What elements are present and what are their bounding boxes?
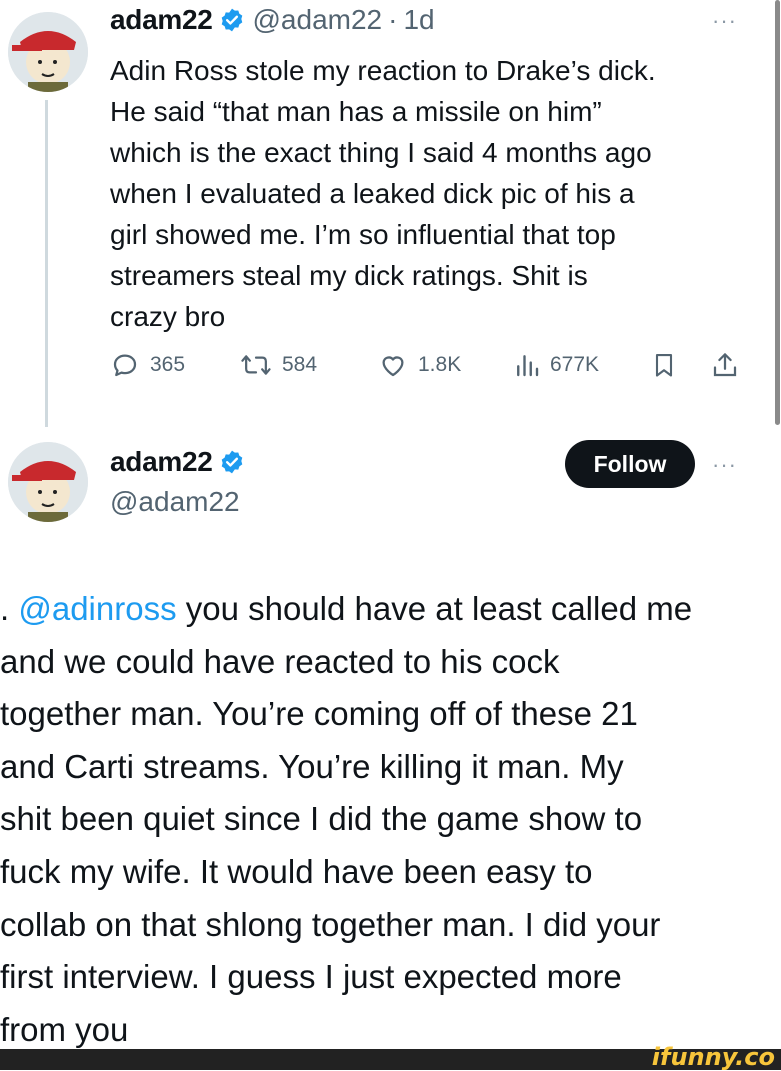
verified-icon [221,8,242,32]
share-icon [713,353,737,377]
reply-icon [113,354,137,377]
reply-button[interactable]: 365 [110,350,185,380]
verified-icon [221,450,242,474]
thread-line [45,100,48,427]
more-options-icon[interactable]: ··· [712,8,737,34]
separator: · [388,4,398,35]
repost-button[interactable]: 584 [240,350,317,380]
views-icon [517,355,539,377]
text-prefix: . [0,590,19,627]
repost-count: 584 [282,353,318,376]
handle[interactable]: @adam22 [110,486,240,518]
bookmark-button[interactable] [650,350,688,380]
avatar[interactable] [8,442,88,522]
tweet-header: adam22 @adam22 · 1d [110,4,435,36]
like-button[interactable]: 1.8K [378,350,461,380]
views-button[interactable]: 677K [514,350,599,380]
watermark: ifunny.co [651,1043,775,1071]
share-button[interactable] [710,350,750,380]
handle[interactable]: @adam22 [253,4,383,36]
like-icon [382,356,404,377]
follow-button[interactable]: Follow [565,440,695,488]
tweet-text: Adin Ross stole my reaction to Drake’s d… [110,55,656,332]
more-options-icon[interactable]: ··· [712,452,737,478]
views-count: 677K [550,353,600,376]
display-name[interactable]: adam22 [110,4,213,36]
mention-link[interactable]: @adinross [18,590,176,627]
avatar[interactable] [8,12,88,92]
repost-icon [241,355,271,375]
profile-header: adam22 [110,446,245,478]
timestamp[interactable]: 1d [403,4,434,36]
scrollbar[interactable] [775,0,780,425]
bookmark-icon [655,354,673,377]
reply-count: 365 [150,353,186,376]
text-body: you should have at least called me and w… [0,590,693,1048]
action-bar: 365 584 1.8K 677K [110,350,750,390]
like-count: 1.8K [418,353,462,376]
tweet-text: . @adinross you should have at least cal… [0,583,781,1056]
display-name[interactable]: adam22 [110,446,213,478]
